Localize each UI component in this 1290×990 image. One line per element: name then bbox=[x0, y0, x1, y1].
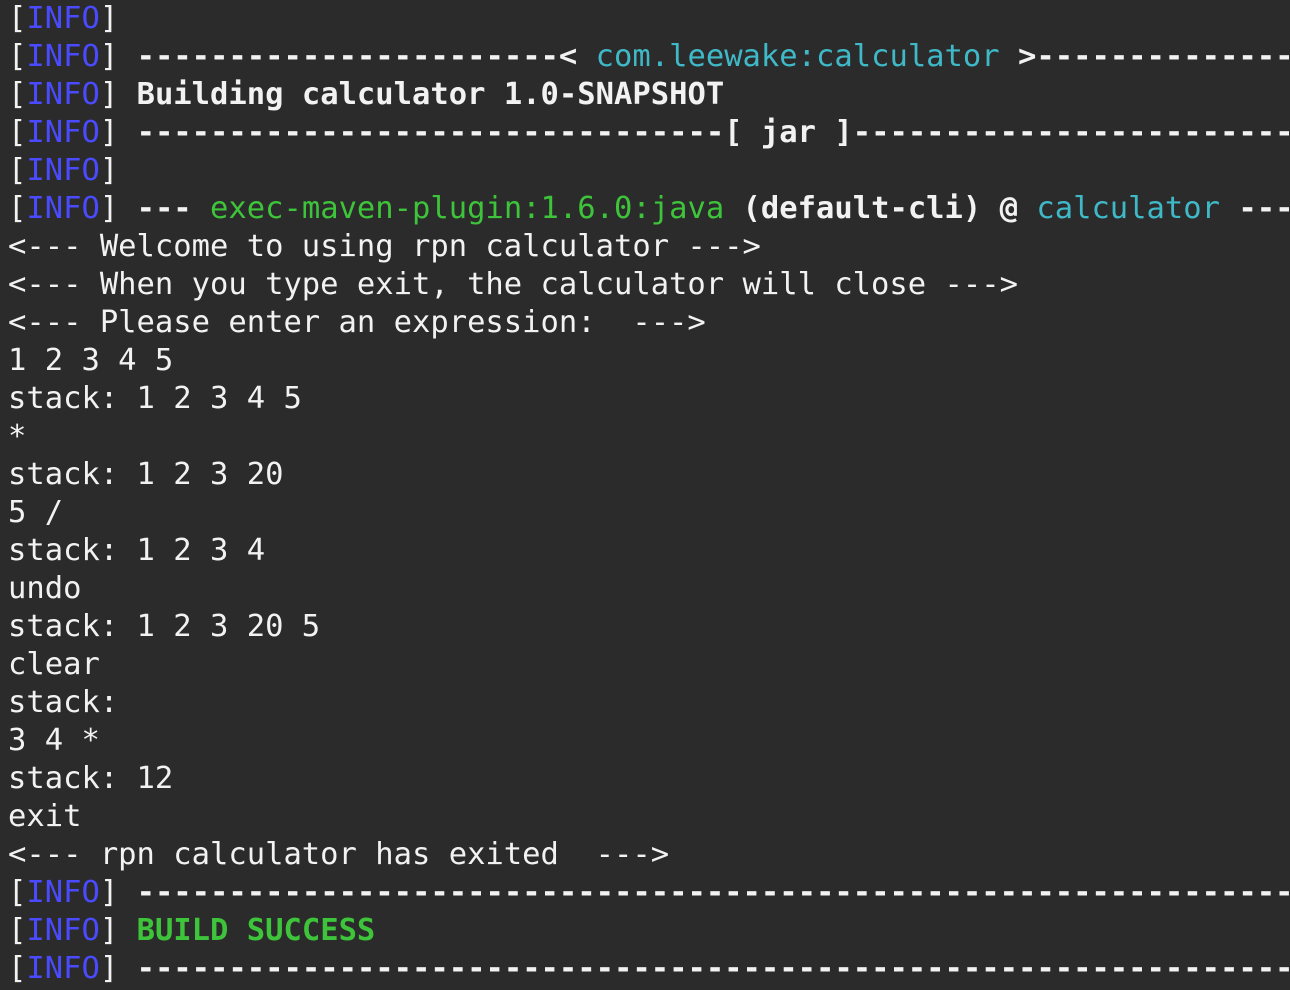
session-line: stack: 1 2 3 20 5 bbox=[8, 609, 321, 644]
info-tag: INFO bbox=[26, 951, 100, 986]
session-line: undo bbox=[8, 571, 82, 606]
info-bracket-close: ] bbox=[99, 1, 119, 36]
jar-dashes-left: --------------------------------[ bbox=[136, 115, 761, 150]
exec-at: @ bbox=[981, 191, 1037, 226]
info-bracket-open: [ bbox=[8, 153, 27, 188]
info-bracket-close: ] bbox=[99, 875, 119, 910]
info-bracket-open: [ bbox=[8, 913, 27, 948]
info-tag: INFO bbox=[26, 191, 100, 226]
session-line: exit bbox=[8, 799, 82, 834]
info-bracket-close: ] bbox=[99, 951, 119, 986]
info-bracket-open: [ bbox=[8, 1, 27, 36]
session-line: <--- Please enter an expression: ---> bbox=[8, 305, 706, 340]
info-bracket-open: [ bbox=[8, 39, 27, 74]
info-bracket-open: [ bbox=[8, 77, 27, 112]
session-line: 3 4 * bbox=[8, 723, 100, 758]
log-line-build-success: [INFO] BUILD SUCCESS bbox=[8, 912, 1290, 950]
jar-dashes-right: ]--------------------------------- bbox=[834, 115, 1290, 150]
info-tag: INFO bbox=[26, 115, 100, 150]
session-line: 5 / bbox=[8, 495, 64, 530]
info-bracket-open: [ bbox=[8, 951, 27, 986]
separator-dashes: ----------------------------------------… bbox=[136, 951, 1290, 986]
separator-text bbox=[118, 39, 136, 74]
log-line-building: [INFO] Building calculator 1.0-SNAPSHOT bbox=[8, 76, 1290, 114]
log-line-separator: [INFO] ---------------------------------… bbox=[8, 950, 1290, 988]
session-line: 1 2 3 4 5 bbox=[8, 343, 174, 378]
separator-dashes: ----------------------------------------… bbox=[136, 875, 1290, 910]
info-bracket-close: ] bbox=[99, 913, 119, 948]
info-tag: INFO bbox=[26, 39, 100, 74]
exec-suffix: --- bbox=[1220, 191, 1290, 226]
log-line-artifact: [INFO] -----------------------< com.leew… bbox=[8, 38, 1290, 76]
terminal-window: [INFO] [INFO] -----------------------< c… bbox=[0, 0, 1290, 990]
exec-cli: (default-cli) bbox=[724, 191, 982, 226]
session-line: clear bbox=[8, 647, 100, 682]
info-tag: INFO bbox=[26, 77, 100, 112]
session-line: * bbox=[8, 419, 27, 454]
info-bracket-open: [ bbox=[8, 875, 27, 910]
info-bracket-open: [ bbox=[8, 191, 27, 226]
artifact-dashes-right: >------------------------ bbox=[1018, 39, 1290, 74]
log-line-info-empty: [INFO] bbox=[8, 0, 1290, 38]
info-bracket-close: ] bbox=[99, 115, 119, 150]
info-tag: INFO bbox=[26, 153, 100, 188]
session-line: stack: 12 bbox=[8, 761, 174, 796]
log-line-separator: [INFO] ---------------------------------… bbox=[8, 874, 1290, 912]
session-line: <--- Welcome to using rpn calculator ---… bbox=[8, 229, 761, 264]
exec-prefix: --- bbox=[136, 191, 211, 226]
info-bracket-open: [ bbox=[8, 115, 27, 150]
session-line: stack: 1 2 3 4 5 bbox=[8, 381, 302, 416]
exec-project: calculator bbox=[1036, 191, 1220, 226]
session-line: stack: bbox=[8, 685, 119, 720]
info-bracket-close: ] bbox=[99, 77, 119, 112]
session-line: <--- rpn calculator has exited ---> bbox=[8, 837, 670, 872]
packaging-jar: jar bbox=[760, 115, 816, 150]
info-bracket-close: ] bbox=[99, 39, 119, 74]
info-bracket-close: ] bbox=[99, 153, 119, 188]
building-text: Building calculator 1.0-SNAPSHOT bbox=[136, 77, 725, 112]
info-tag: INFO bbox=[26, 913, 100, 948]
log-line-info-empty: [INFO] bbox=[8, 152, 1290, 190]
build-status: BUILD SUCCESS bbox=[136, 913, 376, 948]
exec-plugin-name: exec-maven-plugin:1.6.0:java bbox=[210, 191, 725, 226]
session-line: stack: 1 2 3 4 bbox=[8, 533, 266, 568]
session-line: stack: 1 2 3 20 bbox=[8, 457, 284, 492]
artifact-name: com.leewake:calculator bbox=[595, 39, 1000, 74]
log-line-exec-plugin: [INFO] --- exec-maven-plugin:1.6.0:java … bbox=[8, 190, 1290, 228]
info-tag: INFO bbox=[26, 875, 100, 910]
info-tag: INFO bbox=[26, 1, 100, 36]
log-line-jar: [INFO] --------------------------------[… bbox=[8, 114, 1290, 152]
info-bracket-close: ] bbox=[99, 191, 119, 226]
artifact-dashes-left: -----------------------< bbox=[136, 39, 596, 74]
session-line: <--- When you type exit, the calculator … bbox=[8, 267, 1018, 302]
